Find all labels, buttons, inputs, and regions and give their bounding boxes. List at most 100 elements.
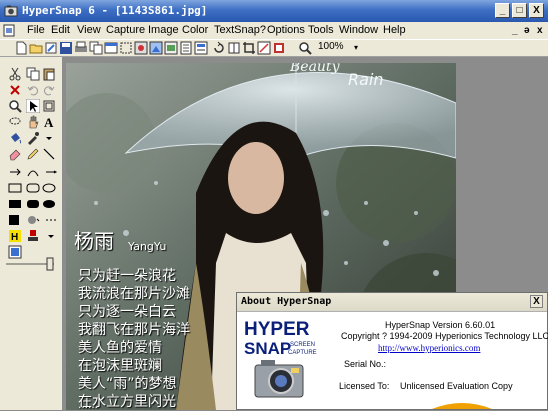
- menu-textsnap[interactable]: TextSnap?: [214, 24, 266, 36]
- print-icon[interactable]: [74, 41, 88, 55]
- licensed-value: Unlicensed Evaluation Copy: [400, 381, 513, 391]
- drawing-tool-palette: A H: [0, 57, 63, 410]
- document-icon[interactable]: [3, 24, 15, 37]
- new-icon[interactable]: [14, 41, 28, 55]
- stamp-dropdown-icon[interactable]: [44, 229, 58, 243]
- zoom-tool-icon[interactable]: [8, 99, 22, 113]
- text-tool-icon[interactable]: A: [42, 115, 56, 129]
- svg-text:CAPTURE: CAPTURE: [288, 350, 317, 356]
- menu-image[interactable]: Image: [148, 24, 179, 36]
- curve-icon[interactable]: [26, 165, 40, 179]
- poem-line-6: 在泡沫里斑斓: [78, 358, 162, 374]
- about-dialog-title: About HyperSnap: [241, 296, 332, 307]
- poem-line-3: 只为逐一朵白云: [78, 304, 176, 320]
- select-arrow-icon[interactable]: [26, 99, 40, 113]
- menu-help[interactable]: Help: [383, 24, 406, 36]
- zoom-level-field[interactable]: 100%: [318, 41, 344, 52]
- licensed-label: Licensed To:: [339, 381, 390, 391]
- window-title: HyperSnap 6 - [1143S861.jpg]: [22, 4, 208, 17]
- copy-icon[interactable]: [89, 41, 103, 55]
- color-picker-icon[interactable]: [26, 131, 40, 145]
- close-button[interactable]: X: [529, 3, 544, 18]
- scan-icon[interactable]: [44, 41, 58, 55]
- paste-icon[interactable]: [42, 67, 56, 81]
- filled-round-rect-icon[interactable]: [26, 197, 40, 211]
- select-rect-icon[interactable]: [42, 99, 56, 113]
- camera-icon: [254, 360, 304, 398]
- decor-swoosh: [432, 403, 492, 409]
- capture-menu-icon[interactable]: [194, 41, 208, 55]
- menu-color[interactable]: Color: [182, 24, 208, 36]
- overlay-name-pinyin: YangYu: [128, 240, 167, 253]
- eraser-icon[interactable]: [8, 147, 22, 161]
- undo-icon[interactable]: [26, 83, 40, 97]
- ellipse-tool-icon[interactable]: [42, 181, 56, 195]
- line-width-slider[interactable]: [6, 257, 56, 271]
- serial-label: Serial No.:: [344, 359, 387, 369]
- copy-tool-icon[interactable]: [26, 67, 40, 81]
- redo-icon[interactable]: [42, 83, 56, 97]
- capture-window-icon[interactable]: [104, 41, 118, 55]
- title-bar[interactable]: HyperSnap 6 - [1143S861.jpg] _ □ X: [0, 0, 548, 22]
- svg-text:SCREEN: SCREEN: [290, 342, 315, 348]
- maximize-button[interactable]: □: [512, 3, 527, 18]
- rectangle-tool-icon[interactable]: [8, 181, 22, 195]
- filled-ellipse-icon[interactable]: [42, 197, 56, 211]
- poem-line-1: 只为赶一朵浪花: [78, 268, 176, 284]
- pencil-icon[interactable]: [26, 147, 40, 161]
- arrow-line-icon[interactable]: [8, 165, 22, 179]
- line-dropdown-icon[interactable]: [44, 165, 58, 179]
- rotate-icon[interactable]: [212, 41, 226, 55]
- menu-view[interactable]: View: [77, 24, 101, 36]
- filled-rect-icon[interactable]: [8, 197, 22, 211]
- cut-icon[interactable]: [8, 67, 22, 81]
- poem-line-2: 我流浪在那片沙滩: [78, 286, 190, 302]
- overlay-title-rain: Rain: [348, 70, 384, 89]
- capture-region-icon[interactable]: [119, 41, 133, 55]
- hypersnap-app-icon: [4, 5, 18, 17]
- mdi-minimize-button[interactable]: _: [512, 25, 518, 36]
- menu-window[interactable]: Window: [339, 24, 378, 36]
- fill-tool-icon[interactable]: [8, 131, 22, 145]
- menu-file[interactable]: File: [27, 24, 45, 36]
- svg-text:SNAP: SNAP: [244, 339, 291, 358]
- pattern-icon[interactable]: [44, 213, 58, 227]
- delete-icon[interactable]: [8, 83, 22, 97]
- capture-active-icon[interactable]: [134, 41, 148, 55]
- resize-icon[interactable]: [257, 41, 271, 55]
- about-close-button[interactable]: X: [530, 295, 543, 308]
- mdi-close-button[interactable]: x: [537, 25, 543, 36]
- line-tool-icon[interactable]: [42, 147, 56, 161]
- overlay-name-cn: 杨雨: [74, 229, 114, 253]
- zoom-dropdown-arrow[interactable]: ▾: [350, 40, 362, 55]
- minimize-button[interactable]: _: [495, 3, 510, 18]
- rounded-rect-tool-icon[interactable]: [26, 181, 40, 195]
- crop-icon[interactable]: [242, 41, 256, 55]
- menu-capture[interactable]: Capture: [106, 24, 145, 36]
- menu-edit[interactable]: Edit: [51, 24, 70, 36]
- shape-dropdown-icon[interactable]: [26, 213, 40, 227]
- poem-line-9: ……: [78, 400, 98, 411]
- capture-full-icon[interactable]: [149, 41, 163, 55]
- open-icon[interactable]: [29, 41, 43, 55]
- capture-scroll-icon[interactable]: [179, 41, 193, 55]
- about-version: HyperSnap Version 6.60.01: [385, 320, 496, 330]
- menu-options[interactable]: Options: [267, 24, 305, 36]
- hypersnap-logo: HYPER SNAP SCREEN CAPTURE: [241, 315, 317, 409]
- select-lasso-icon[interactable]: [8, 115, 22, 129]
- save-icon[interactable]: [59, 41, 73, 55]
- about-website-link[interactable]: http://www.hyperionics.com: [378, 343, 480, 353]
- capture-button-icon[interactable]: [164, 41, 178, 55]
- menu-tools[interactable]: Tools: [308, 24, 334, 36]
- zoom-icon[interactable]: [298, 41, 312, 55]
- fill-color-swatch[interactable]: [8, 213, 22, 227]
- arrow-dropdown-icon[interactable]: [42, 131, 56, 145]
- highlight-icon[interactable]: H: [8, 229, 22, 243]
- stamp-tool-icon[interactable]: [26, 229, 40, 243]
- menu-bar: File Edit View Capture Image Color TextS…: [0, 22, 548, 39]
- stamp-icon[interactable]: [272, 41, 286, 55]
- hand-tool-icon[interactable]: [26, 115, 40, 129]
- about-dialog-title-bar[interactable]: About HyperSnap X: [237, 293, 547, 312]
- flip-icon[interactable]: [227, 41, 241, 55]
- mdi-restore-button[interactable]: ə: [524, 25, 530, 36]
